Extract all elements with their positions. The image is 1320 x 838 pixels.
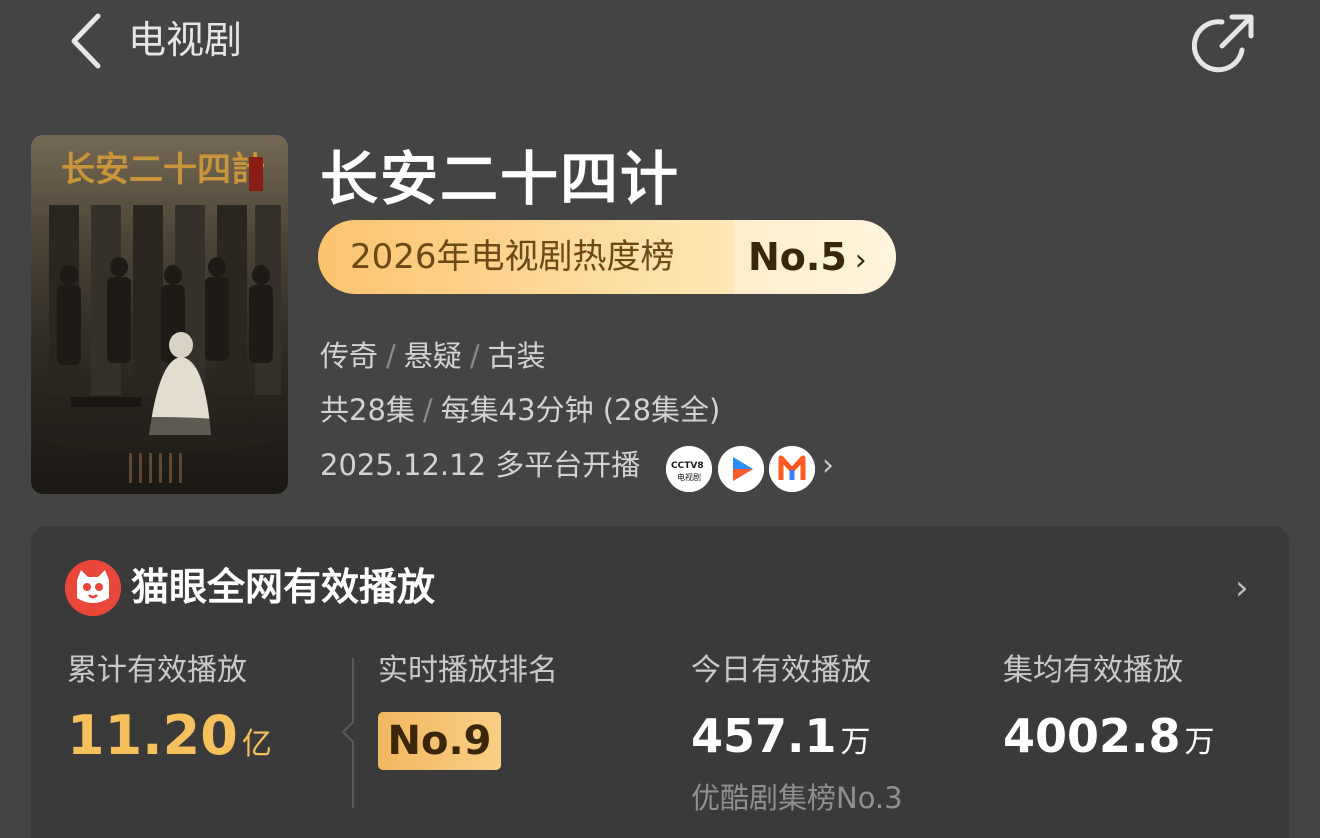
cumulative-plays-number: 11.20	[67, 704, 238, 767]
release-date: 2025.12.12	[320, 448, 487, 482]
page-title: 电视剧	[128, 18, 243, 62]
card-title: 猫眼全网有效播放	[131, 565, 436, 609]
chevron-right-icon: ›	[854, 243, 867, 278]
heat-rank-number: No.5	[748, 235, 847, 279]
youku-rank-text[interactable]: 优酷剧集榜No.3	[691, 780, 903, 816]
episode-info: 共28集 / 每集43分钟 (28集全)	[320, 393, 721, 427]
heat-rank-value: No.5 ›	[734, 220, 896, 294]
episode-duration: 每集43分钟 (28集全)	[440, 393, 721, 427]
realtime-rank-label: 实时播放排名	[378, 653, 558, 688]
genre-tag[interactable]: 古装	[488, 339, 546, 373]
cctv8-sub: 电视剧	[677, 472, 701, 482]
today-plays-value: 457.1 万	[691, 706, 871, 773]
genre-tag[interactable]: 传奇	[320, 339, 378, 373]
cumulative-plays-value: 11.20 亿	[67, 706, 272, 775]
chevron-right-icon[interactable]: ›	[822, 448, 834, 483]
today-plays-unit: 万	[840, 725, 871, 760]
maoyan-stats-card: 猫眼全网有效播放 › 累计有效播放 11.20 亿 实时播放排名 No.9 今日有…	[31, 526, 1289, 838]
today-plays-label: 今日有效播放	[691, 653, 871, 688]
share-icon[interactable]	[1191, 10, 1258, 76]
chevron-right-icon[interactable]: ›	[1235, 568, 1249, 608]
top-bar: 电视剧	[0, 0, 1320, 80]
today-plays-number: 457.1	[691, 709, 837, 763]
realtime-rank-badge[interactable]: No.9	[378, 712, 501, 770]
avg-plays-unit: 万	[1184, 725, 1215, 760]
show-poster[interactable]: 长安二十四計	[31, 135, 288, 494]
avg-plays-value: 4002.8 万	[1003, 706, 1215, 773]
cumulative-plays-label: 累计有效播放	[67, 653, 247, 688]
divider-notch	[341, 720, 365, 744]
genre-list: 传奇 / 悬疑 / 古装	[320, 339, 546, 373]
maoyan-cat-icon	[65, 560, 121, 616]
release-text: 多平台开播	[495, 448, 641, 482]
episode-count: 共28集	[320, 393, 415, 427]
youku-logo[interactable]	[718, 446, 764, 492]
genre-tag[interactable]: 悬疑	[404, 339, 462, 373]
avg-plays-number: 4002.8	[1003, 709, 1181, 763]
poster-title-text: 长安二十四計	[61, 150, 265, 190]
mango-logo[interactable]	[769, 446, 815, 492]
chevron-left-icon[interactable]	[62, 10, 112, 72]
avg-plays-label: 集均有效播放	[1003, 653, 1183, 688]
release-info: 2025.12.12 多平台开播	[320, 447, 640, 483]
cumulative-plays-unit: 亿	[241, 727, 272, 762]
cctv8-logo[interactable]: CCTV8 电视剧	[666, 446, 712, 492]
cctv8-label: CCTV8	[671, 461, 704, 471]
show-title: 长安二十四计	[320, 145, 681, 213]
heat-rank-label: 2026年电视剧热度榜	[350, 237, 675, 277]
heat-rank-pill[interactable]: 2026年电视剧热度榜 No.5 ›	[318, 220, 896, 294]
